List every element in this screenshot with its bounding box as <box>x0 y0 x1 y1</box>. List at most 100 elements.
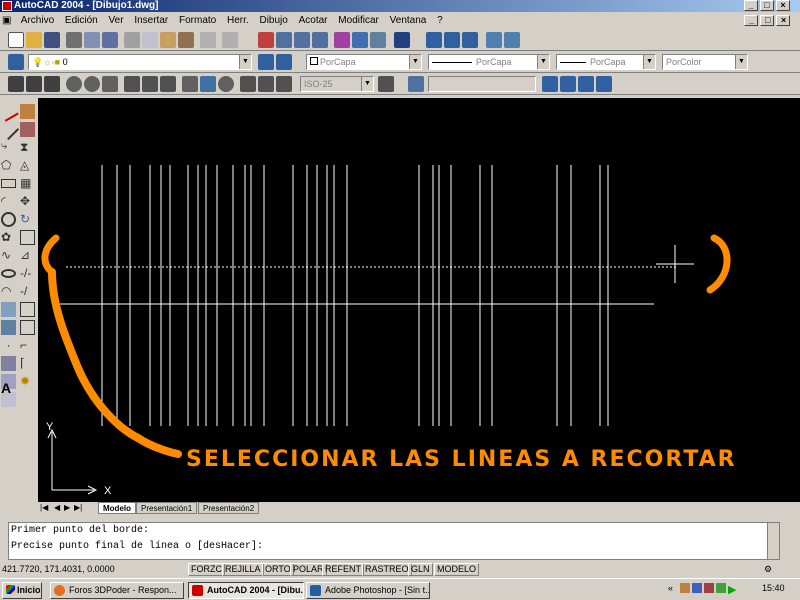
rectangle-icon[interactable] <box>1 179 16 188</box>
drawing-area[interactable]: SELECCIONAR LAS LINEAS A RECORTAR Y X <box>38 98 800 502</box>
trim-icon[interactable]: -/- <box>20 266 35 281</box>
new-icon[interactable] <box>8 32 24 48</box>
status-modelo[interactable]: MODELO <box>434 563 480 576</box>
doc-close-button[interactable]: × <box>776 15 790 26</box>
command-line[interactable]: Primer punto del borde: Precise punto fi… <box>8 522 780 560</box>
dim-style-icon[interactable] <box>378 76 394 92</box>
dim-continue-icon[interactable] <box>160 76 176 92</box>
center-mark-icon[interactable] <box>218 76 234 92</box>
menu-help[interactable]: ? <box>433 13 447 28</box>
copy-icon[interactable] <box>142 32 158 48</box>
help-icon[interactable] <box>394 32 410 48</box>
dim-text-edit-icon[interactable] <box>258 76 274 92</box>
tray-arrow-icon[interactable]: « <box>668 583 673 593</box>
publish-icon[interactable] <box>102 32 118 48</box>
offset-icon[interactable]: ◬ <box>20 158 35 173</box>
doc-minimize-button[interactable]: _ <box>744 15 758 26</box>
tray-icon-4[interactable] <box>716 583 726 593</box>
point-icon[interactable]: · <box>1 338 16 353</box>
rotate-icon[interactable]: ↻ <box>20 212 35 227</box>
layer-dropdown[interactable]: 💡☼▫■ 0 ▼ <box>28 54 252 70</box>
color-dropdown[interactable]: PorCapa ▼ <box>306 54 422 70</box>
polygon-icon[interactable]: ⬠ <box>1 158 16 173</box>
start-button[interactable]: Inicio <box>2 582 42 599</box>
dim-ordinate-icon[interactable] <box>44 76 60 92</box>
tab-modelo[interactable]: Modelo <box>98 502 136 514</box>
xline-icon[interactable] <box>0 118 20 141</box>
lineweight-dropdown[interactable]: PorCapa ▼ <box>556 54 656 70</box>
extend-icon[interactable]: -/ <box>20 284 35 299</box>
dim-aligned-icon[interactable] <box>26 76 42 92</box>
menu-ventana[interactable]: Ventana <box>386 13 431 28</box>
undo-icon[interactable] <box>200 32 216 48</box>
view-1-icon[interactable] <box>542 76 558 92</box>
menu-edicion[interactable]: Edición <box>61 13 102 28</box>
quick-dim-icon[interactable] <box>124 76 140 92</box>
scale-icon[interactable] <box>20 230 35 245</box>
menu-acotar[interactable]: Acotar <box>295 13 332 28</box>
polyline-icon[interactable]: ⤷ <box>1 140 16 155</box>
tab-nav-first-icon[interactable]: |◀ <box>40 502 48 514</box>
taskbar-item-photoshop[interactable]: Adobe Photoshop - [Sin t... <box>306 582 430 599</box>
copy-object-icon[interactable] <box>20 122 35 137</box>
dim-angular-icon[interactable] <box>102 76 118 92</box>
spline-icon[interactable]: ∿ <box>1 248 16 263</box>
zoom-previous-icon[interactable] <box>312 32 328 48</box>
stretch-icon[interactable]: ⊿ <box>20 248 35 263</box>
taskbar-item-firefox[interactable]: Foros 3DPoder - Respon... <box>50 582 184 599</box>
status-rejilla[interactable]: REJILLA <box>222 563 264 576</box>
text-style-icon[interactable] <box>408 76 424 92</box>
command-scrollbar[interactable] <box>767 523 779 559</box>
menu-insertar[interactable]: Insertar <box>130 13 172 28</box>
layers-icon[interactable] <box>8 54 24 70</box>
ellipse-arc-icon[interactable]: ◠ <box>1 284 16 299</box>
insert-block-icon[interactable] <box>1 302 16 317</box>
design-center-icon[interactable] <box>352 32 368 48</box>
dim-linear-icon[interactable] <box>8 76 24 92</box>
menu-herr[interactable]: Herr. <box>223 13 253 28</box>
play-icon[interactable]: ▶ <box>728 583 736 596</box>
tray-icon-3[interactable] <box>704 583 714 593</box>
zoom-window-icon[interactable] <box>294 32 310 48</box>
tab-nav-prev-icon[interactable]: ◀ <box>54 502 60 514</box>
open-icon[interactable] <box>26 32 42 48</box>
comm-center-icon[interactable]: ⚙ <box>764 562 772 576</box>
status-forzc[interactable]: FORZC <box>188 563 225 576</box>
make-block-icon[interactable] <box>1 320 16 335</box>
tolerance-icon[interactable] <box>200 76 216 92</box>
close-button[interactable]: × <box>776 0 790 11</box>
plotstyle-dropdown[interactable]: PorColor ▼ <box>662 54 748 70</box>
view-3-icon[interactable] <box>578 76 594 92</box>
tab-presentacion2[interactable]: Presentación2 <box>198 502 260 514</box>
textstyle-dropdown[interactable] <box>428 76 536 92</box>
menu-archivo[interactable]: Archivo <box>17 13 58 28</box>
status-refent[interactable]: REFENT <box>322 563 364 576</box>
status-gln[interactable]: GLN <box>408 563 433 576</box>
menu-ver[interactable]: Ver <box>105 13 128 28</box>
tool-palettes-icon[interactable] <box>370 32 386 48</box>
line-icon[interactable] <box>0 101 19 122</box>
break-icon[interactable] <box>20 320 35 335</box>
move-icon[interactable]: ✥ <box>20 194 35 209</box>
view-4-icon[interactable] <box>596 76 612 92</box>
tab-nav-last-icon[interactable]: ▶| <box>74 502 82 514</box>
circle-icon[interactable] <box>1 212 16 227</box>
text-icon[interactable]: A <box>1 380 16 396</box>
ellipse-icon[interactable] <box>1 269 16 278</box>
print-icon[interactable] <box>66 32 82 48</box>
cut-icon[interactable] <box>124 32 140 48</box>
status-orto[interactable]: ORTO <box>262 563 294 576</box>
redo-icon[interactable] <box>222 32 238 48</box>
explode-icon[interactable]: ✸ <box>20 374 35 389</box>
doc-restore-button[interactable]: □ <box>760 15 774 26</box>
minimize-button[interactable]: _ <box>744 0 758 11</box>
dim-radius-icon[interactable] <box>66 76 82 92</box>
break-point-icon[interactable] <box>20 302 35 317</box>
save-icon[interactable] <box>44 32 60 48</box>
array-icon[interactable]: ▦ <box>20 176 35 191</box>
document-icon[interactable]: ▣ <box>0 13 14 28</box>
match-properties-icon[interactable] <box>178 32 194 48</box>
ucs-icon[interactable] <box>486 32 502 48</box>
mirror-icon[interactable]: ⧗ <box>20 140 35 155</box>
taskbar-item-autocad[interactable]: AutoCAD 2004 - [Dibu... <box>188 582 304 599</box>
